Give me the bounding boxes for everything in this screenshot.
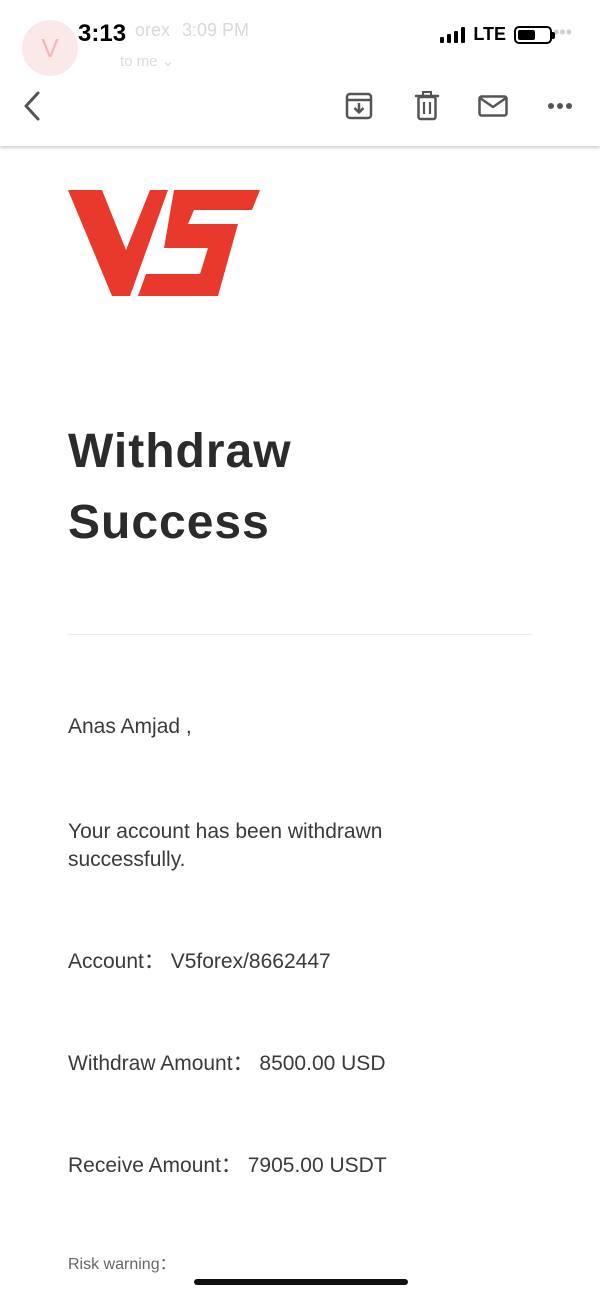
risk-warning-label: Risk warning： [68, 1256, 176, 1273]
account-line: Account： V5forex/8662447 [68, 950, 331, 973]
trash-icon [414, 91, 440, 121]
header-more-ghost: ••• [553, 22, 572, 42]
battery-icon [514, 25, 555, 44]
divider [68, 634, 532, 635]
receive-amount-line: Receive Amount： 7905.00 USDT [68, 1154, 387, 1177]
email-title: Withdraw Success [68, 416, 532, 558]
status-time: 3:13 [78, 20, 127, 47]
sender-name-text: orex [135, 20, 171, 40]
mail-icon [478, 95, 508, 117]
title-line-1: Withdraw [68, 425, 292, 478]
email-body: Withdraw Success Anas Amjad , Your accou… [68, 188, 532, 1290]
network-type: LTE [473, 24, 506, 44]
title-line-2: Success [68, 496, 270, 549]
mark-unread-button[interactable] [475, 88, 511, 124]
email-toolbar [0, 80, 600, 132]
withdraw-amount-line: Withdraw Amount： 8500.00 USD [68, 1052, 386, 1075]
withdraw-message: Your account has been withdrawn successf… [68, 820, 383, 871]
sender-name: orex 3:09 PM [135, 20, 249, 41]
sender-avatar: V [22, 20, 78, 76]
signal-icon [440, 26, 466, 43]
recipient-text: to me [120, 53, 158, 70]
more-options-button[interactable] [542, 88, 578, 124]
recipient-line: to me ⌄ [120, 53, 175, 70]
sent-time: 3:09 PM [182, 20, 250, 40]
more-icon [548, 103, 572, 109]
archive-button[interactable] [341, 88, 377, 124]
top-bar: V orex 3:09 PM to me ⌄ ••• 3:13 LTE [0, 0, 600, 146]
back-button[interactable] [14, 88, 50, 124]
back-chevron-icon [24, 91, 40, 121]
delete-button[interactable] [409, 88, 445, 124]
archive-icon [345, 92, 373, 120]
v5-logo [68, 190, 260, 296]
greeting-text: Anas Amjad , [68, 715, 192, 738]
home-indicator[interactable] [194, 1279, 408, 1285]
status-indicators: LTE [440, 24, 555, 45]
